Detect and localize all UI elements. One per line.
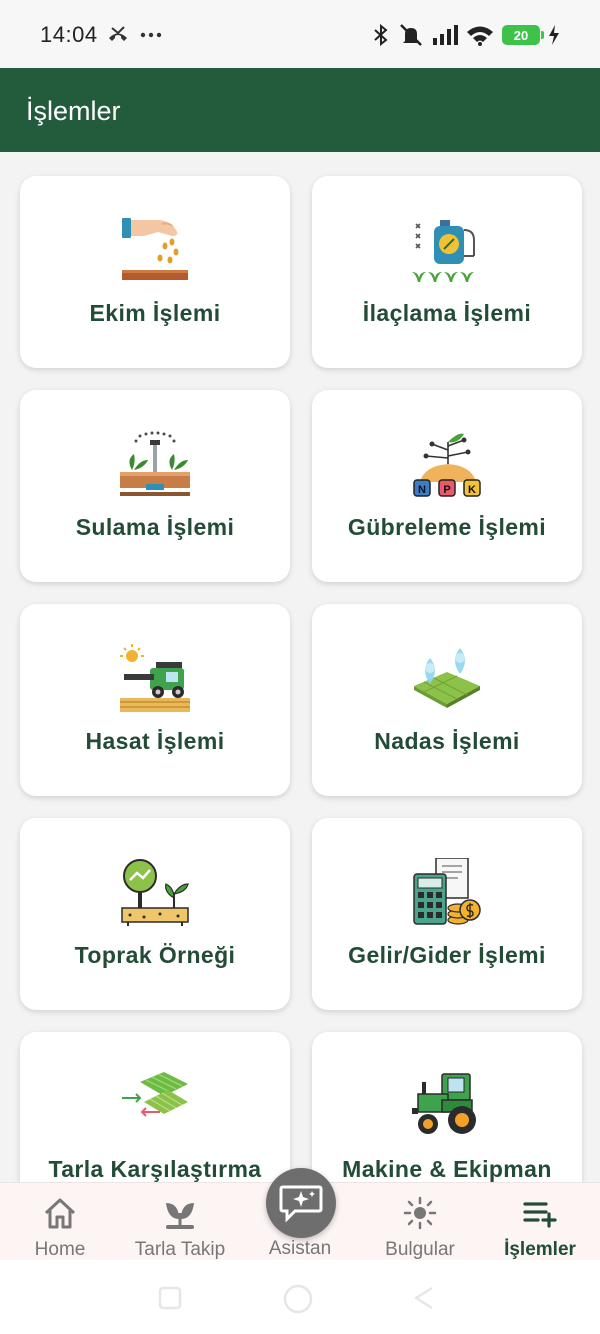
nav-label: Bulgular <box>385 1239 455 1260</box>
card-label: İlaçlama İşlemi <box>362 300 532 326</box>
card-sulama[interactable]: Sulama İşlemi <box>20 390 290 582</box>
card-label: Nadas İşlemi <box>374 728 520 754</box>
card-label: Ekim İşlemi <box>89 300 221 326</box>
nav-label: Tarla Takip <box>134 1239 226 1260</box>
card-label: Tarla Karşılaştırma <box>48 1156 262 1182</box>
field-compare-icon <box>122 1072 188 1117</box>
status-right-icons: 20 <box>372 20 560 50</box>
status-time: 14:04 <box>40 22 98 47</box>
income-expense-calculator-icon <box>413 858 481 925</box>
nav-bulgular[interactable]: Bulgular <box>360 1183 480 1261</box>
card-toprak-ornegi[interactable]: Toprak Örneği <box>20 818 290 1010</box>
tractor-icon <box>412 1073 476 1134</box>
card-nadas[interactable]: Nadas İşlemi <box>312 604 582 796</box>
system-navigation-bar <box>0 1260 600 1334</box>
sprayer-icon <box>412 220 475 282</box>
npk-letter-k: K <box>468 484 476 496</box>
nav-tarla-takip[interactable]: Tarla Takip <box>120 1183 240 1261</box>
card-ilaclama[interactable]: İlaçlama İşlemi <box>312 176 582 368</box>
nav-label-asistan: Asistan <box>268 1238 332 1259</box>
status-bar: 14:04 20 <box>0 0 600 68</box>
card-label: Sulama İşlemi <box>75 514 235 540</box>
bug-findings-icon <box>403 1196 437 1230</box>
signal-icon <box>433 25 458 45</box>
playlist-add-icon <box>523 1202 557 1228</box>
nav-label: İşlemler <box>504 1239 576 1260</box>
battery-indicator: 20 <box>502 25 544 45</box>
more-notifications-icon <box>140 32 162 38</box>
sprout-icon <box>166 1203 194 1229</box>
npk-letter-p: P <box>443 484 450 496</box>
soil-sample-icon <box>121 859 189 926</box>
back-triangle-icon[interactable] <box>410 1284 438 1312</box>
recent-apps-icon[interactable] <box>156 1284 184 1312</box>
chat-sparkle-icon <box>279 1185 323 1223</box>
app-bar: İşlemler <box>0 68 600 152</box>
nav-asistan-button[interactable] <box>266 1168 336 1238</box>
nav-label: Home <box>34 1239 86 1260</box>
fertilizer-npk-icon: N P K <box>413 433 481 497</box>
seed-planting-icon <box>122 218 188 280</box>
status-left-icons <box>106 22 162 48</box>
operations-grid: Ekim İşlemi İlaçlama İşlemi Sulama İşlem… <box>0 152 600 1182</box>
card-label: Hasat İşlemi <box>85 728 225 754</box>
card-label: Toprak Örneği <box>74 942 236 968</box>
card-tarla-karsilastirma[interactable]: Tarla Karşılaştırma <box>20 1032 290 1182</box>
page-title: İşlemler <box>26 96 121 126</box>
missed-call-icon <box>109 26 127 41</box>
wifi-icon <box>467 26 493 46</box>
card-gelir-gider[interactable]: Gelir/Gider İşlemi <box>312 818 582 1010</box>
nav-islemler[interactable]: İşlemler <box>480 1183 600 1261</box>
charging-icon <box>549 25 559 45</box>
mute-icon <box>400 24 422 46</box>
home-circle-icon[interactable] <box>281 1282 315 1316</box>
irrigation-sprinkler-icon <box>120 431 190 496</box>
card-label: Gübreleme İşlemi <box>347 514 547 540</box>
card-label: Makine & Ekipman <box>342 1156 552 1182</box>
fallow-field-icon <box>414 648 480 708</box>
npk-letter-n: N <box>418 484 426 496</box>
home-icon <box>44 1198 76 1229</box>
card-ekim[interactable]: Ekim İşlemi <box>20 176 290 368</box>
bluetooth-icon <box>374 23 388 47</box>
card-gubreleme[interactable]: N P K Gübreleme İşlemi <box>312 390 582 582</box>
harvester-icon <box>120 644 190 712</box>
card-makine-ekipman[interactable]: Makine & Ekipman <box>312 1032 582 1182</box>
card-label: Gelir/Gider İşlemi <box>348 942 546 968</box>
nav-home[interactable]: Home <box>0 1183 120 1261</box>
card-hasat[interactable]: Hasat İşlemi <box>20 604 290 796</box>
